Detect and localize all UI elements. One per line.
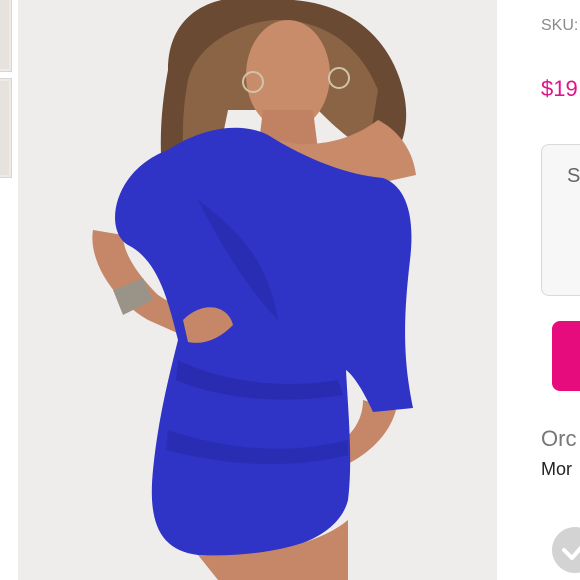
add-to-cart-button[interactable]	[552, 321, 580, 391]
orders-label: Orc	[541, 426, 577, 451]
product-thumbnail-2[interactable]	[0, 78, 12, 178]
sku-label: SKU:	[541, 17, 579, 34]
check-circle-icon[interactable]	[552, 527, 580, 573]
thumbnail-image	[0, 0, 9, 69]
size-option-box[interactable]: S	[541, 144, 580, 296]
thumbnail-image	[0, 81, 9, 175]
checkmark-icon	[562, 545, 580, 560]
model-in-blue-dress-photo	[92, 0, 416, 580]
size-option-label: S	[567, 165, 580, 187]
product-main-image[interactable]	[18, 0, 497, 580]
product-price: $19	[541, 76, 578, 101]
product-thumbnail-1[interactable]	[0, 0, 12, 72]
orders-value: Mor	[541, 459, 572, 479]
